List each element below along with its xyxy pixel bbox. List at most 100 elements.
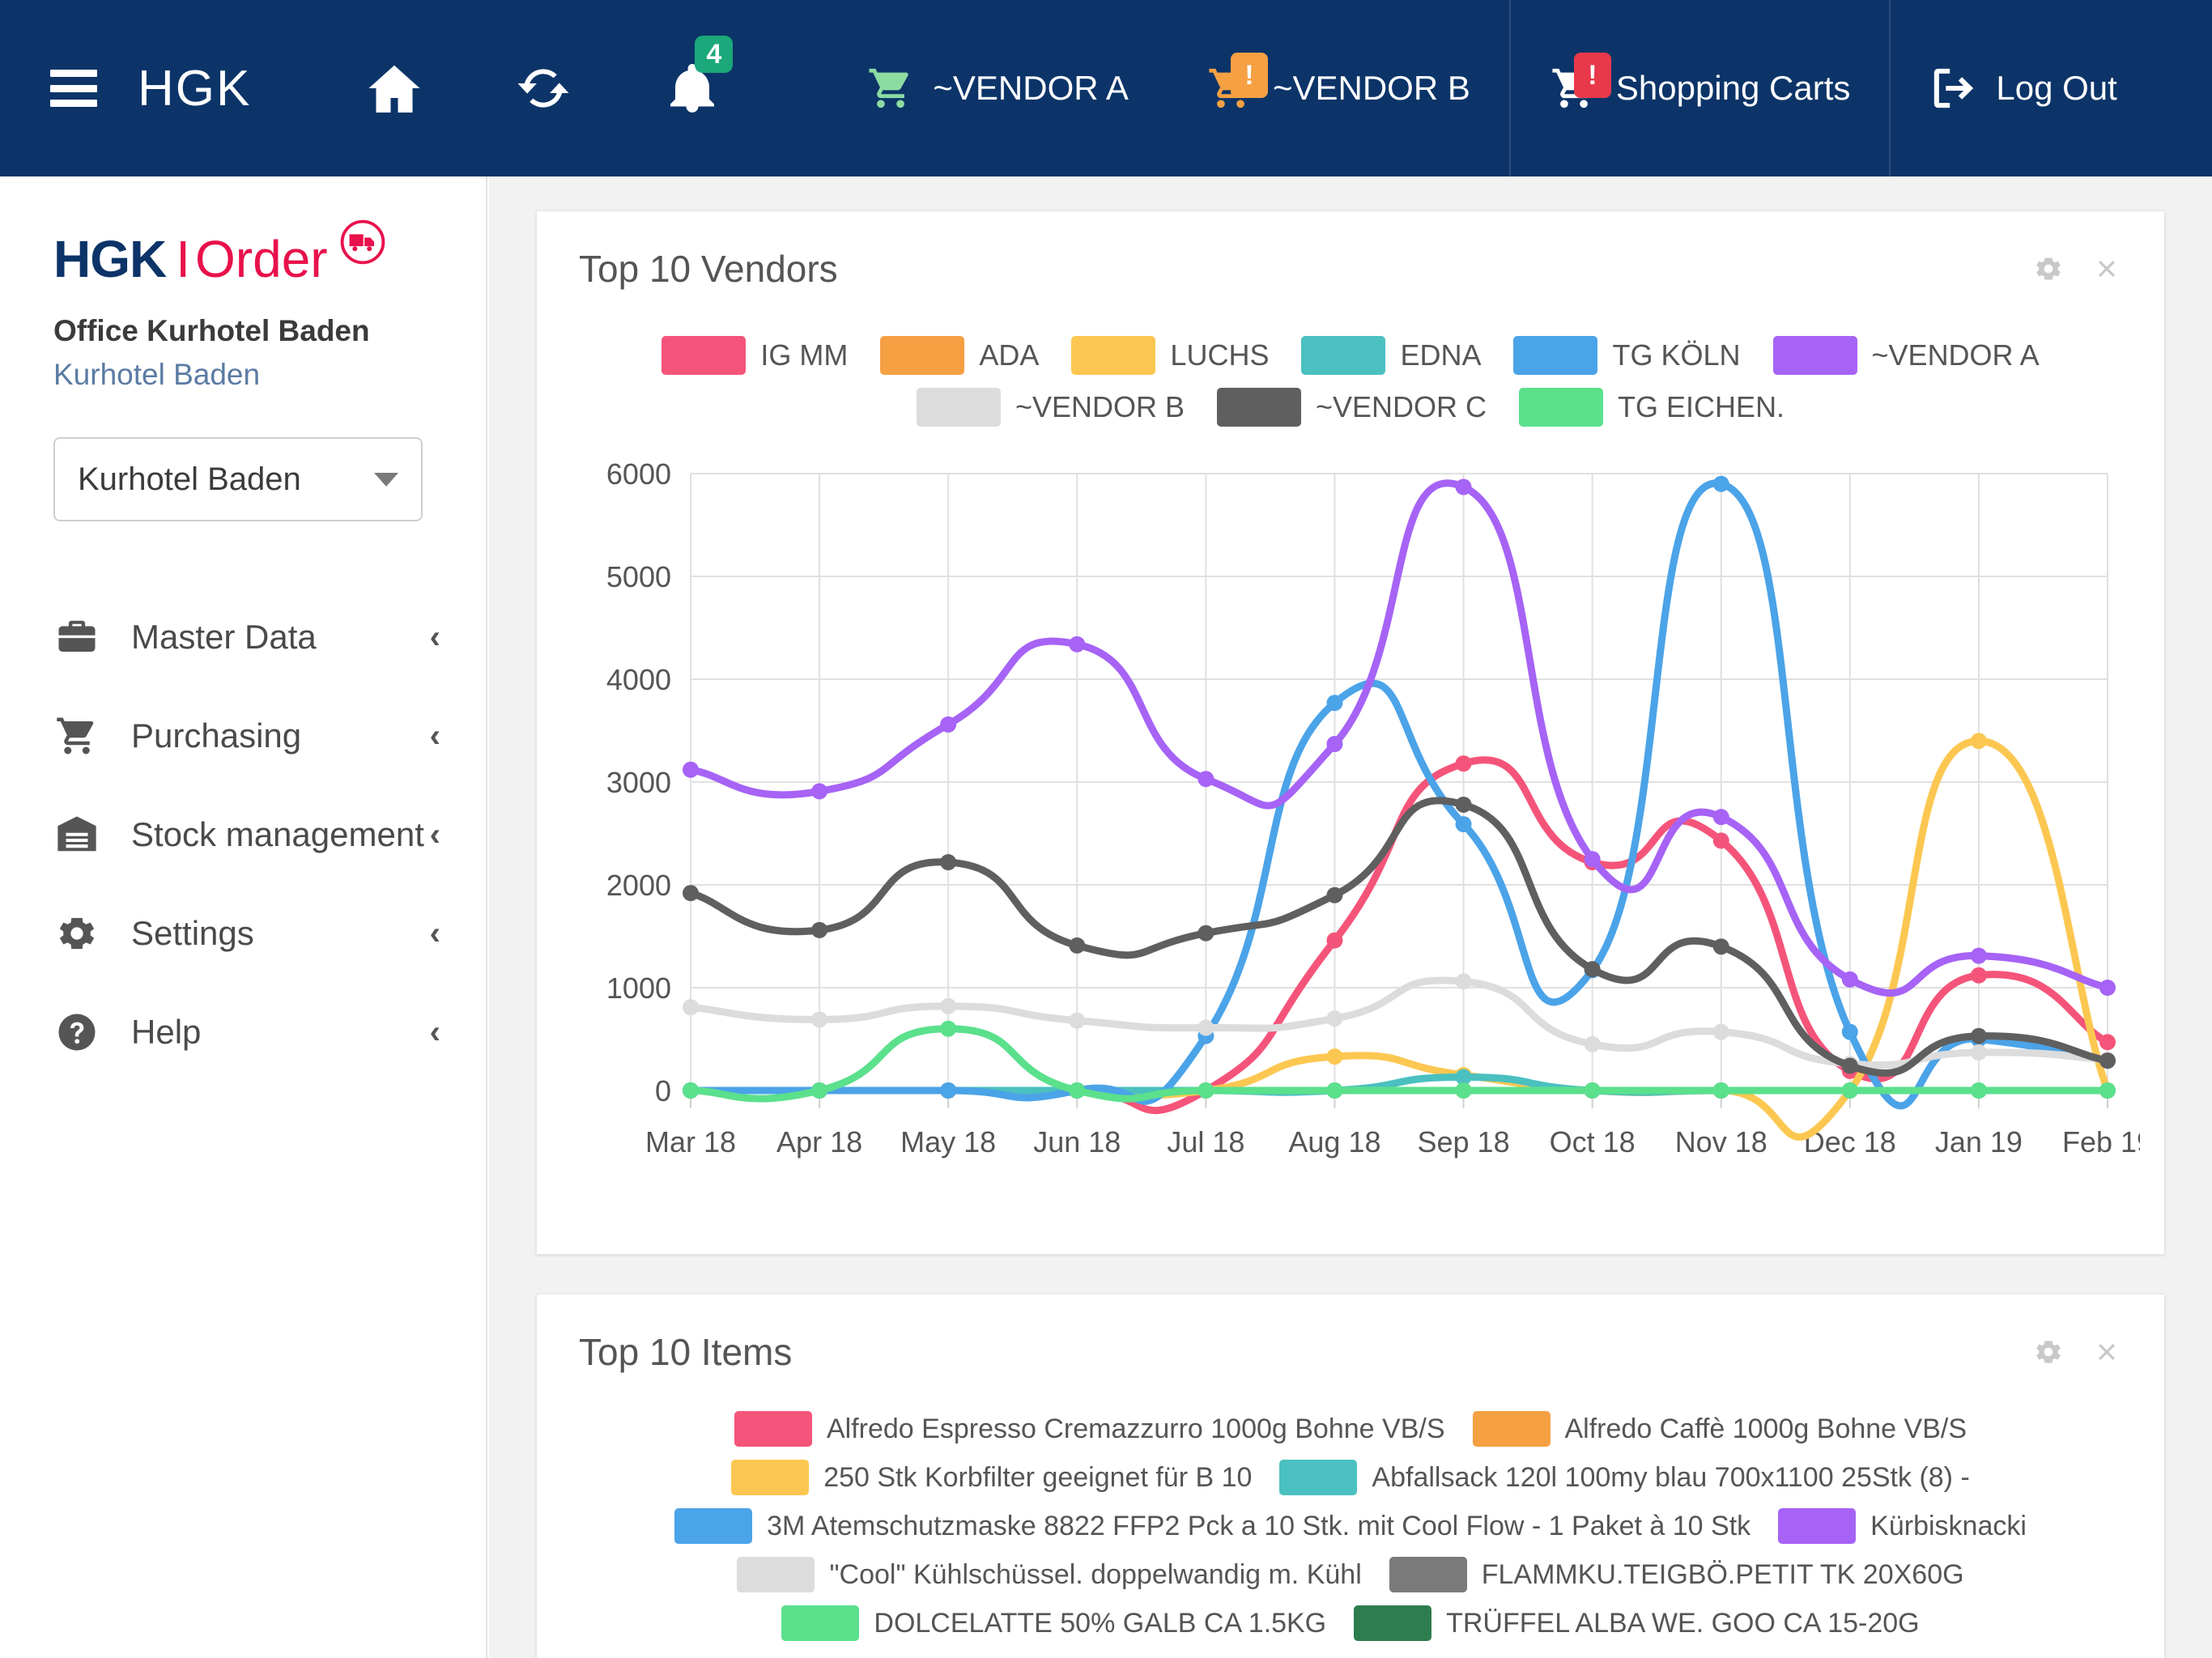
- legend-item-product[interactable]: "Cool" Kühlschüssel. doppelwandig m. Küh…: [737, 1557, 1362, 1592]
- chart-data-point[interactable]: [1326, 932, 1343, 949]
- close-icon[interactable]: [2091, 1337, 2122, 1367]
- topbar-item-vendor-b[interactable]: ! ~VENDOR B: [1168, 0, 1509, 176]
- chart-data-point[interactable]: [1455, 796, 1472, 813]
- svg-text:Feb 19: Feb 19: [2062, 1125, 2140, 1158]
- legend-item-vendor[interactable]: ~VENDOR C: [1217, 388, 1487, 427]
- chart-data-point[interactable]: [940, 1082, 957, 1099]
- chart-data-point[interactable]: [1069, 1082, 1086, 1099]
- chart-data-point[interactable]: [940, 1020, 957, 1037]
- legend-item-vendor[interactable]: TG EICHEN.: [1519, 388, 1784, 427]
- chart-data-point[interactable]: [683, 1082, 699, 1099]
- legend-item-product[interactable]: TRÜFFEL ALBA WE. GOO CA 15-20G: [1354, 1605, 1920, 1641]
- topbar-item-log-out[interactable]: Log Out: [1889, 0, 2155, 176]
- chart-data-point[interactable]: [1584, 961, 1601, 978]
- legend-item-vendor[interactable]: ADA: [880, 336, 1039, 375]
- gear-icon[interactable]: [2033, 253, 2064, 284]
- chart-data-point[interactable]: [1841, 971, 1858, 988]
- chart-data-point[interactable]: [1970, 967, 1987, 984]
- chart-data-point[interactable]: [1069, 937, 1086, 954]
- warehouse-icon: [53, 813, 100, 857]
- legend-item-product[interactable]: FLAMMKU.TEIGBÖ.PETIT TK 20X60G: [1389, 1557, 1964, 1592]
- gear-icon[interactable]: [2033, 1337, 2064, 1367]
- chart-data-point[interactable]: [1970, 1082, 1987, 1099]
- notifications-bell-icon[interactable]: 4: [662, 36, 734, 118]
- chart-data-point[interactable]: [1970, 1044, 1987, 1061]
- chart-data-point[interactable]: [683, 885, 699, 902]
- sidebar-item-master-data[interactable]: Master Data ‹: [0, 588, 486, 687]
- hamburger-icon[interactable]: [50, 70, 97, 107]
- chart-data-point[interactable]: [683, 761, 699, 778]
- chart-data-point[interactable]: [1197, 1082, 1214, 1099]
- chart-data-point[interactable]: [1712, 809, 1729, 826]
- legend-item-vendor[interactable]: ~VENDOR A: [1772, 336, 2040, 375]
- chart-data-point[interactable]: [811, 783, 828, 800]
- chart-data-point[interactable]: [940, 997, 957, 1014]
- chart-data-point[interactable]: [2099, 1034, 2116, 1051]
- legend-item-product[interactable]: Alfredo Caffè 1000g Bohne VB/S: [1472, 1411, 1967, 1447]
- chart-data-point[interactable]: [1584, 1035, 1601, 1052]
- chart-data-point[interactable]: [1455, 816, 1472, 833]
- chart-data-point[interactable]: [1841, 1023, 1858, 1040]
- close-icon[interactable]: [2091, 253, 2122, 284]
- chart-data-point[interactable]: [1326, 1048, 1343, 1065]
- chart-data-point[interactable]: [1841, 1082, 1858, 1099]
- chart-data-point[interactable]: [1326, 736, 1343, 753]
- chart-data-point[interactable]: [1712, 1023, 1729, 1040]
- chart-data-point[interactable]: [1712, 832, 1729, 849]
- chart-data-point[interactable]: [1455, 973, 1472, 990]
- question-circle-icon: [53, 1010, 100, 1054]
- legend-item-vendor[interactable]: LUCHS: [1071, 336, 1269, 375]
- sidebar-item-stock-management[interactable]: Stock management ‹: [0, 785, 486, 884]
- chart-data-point[interactable]: [1455, 1082, 1472, 1099]
- chart-data-point[interactable]: [1455, 755, 1472, 772]
- chart-data-point[interactable]: [1326, 695, 1343, 712]
- home-icon[interactable]: [364, 58, 424, 118]
- chart-data-point[interactable]: [1326, 1010, 1343, 1027]
- chart-data-point[interactable]: [1841, 1057, 1858, 1074]
- chart-data-point[interactable]: [1584, 851, 1601, 868]
- chart-data-point[interactable]: [2099, 1082, 2116, 1099]
- chart-data-point[interactable]: [811, 1082, 828, 1099]
- legend-item-product[interactable]: Abfallsack 120l 100my blau 700x1100 25St…: [1279, 1460, 1970, 1495]
- chart-data-point[interactable]: [1970, 733, 1987, 750]
- legend-item-product[interactable]: DOLCELATTE 50% GALB CA 1.5KG: [781, 1605, 1326, 1641]
- chart-data-point[interactable]: [1326, 1082, 1343, 1099]
- legend-item-product[interactable]: Kürbisknacki: [1778, 1508, 2027, 1544]
- legend-item-vendor[interactable]: IG MM: [661, 336, 848, 375]
- chart-data-point[interactable]: [1326, 886, 1343, 903]
- legend-item-vendor[interactable]: TG KÖLN: [1513, 336, 1741, 375]
- chart-data-point[interactable]: [1197, 925, 1214, 942]
- chart-data-point[interactable]: [1712, 1082, 1729, 1099]
- sidebar-item-purchasing[interactable]: Purchasing ‹: [0, 687, 486, 785]
- chart-data-point[interactable]: [1584, 1082, 1601, 1099]
- chart-data-point[interactable]: [940, 854, 957, 871]
- sidebar-item-help[interactable]: Help ‹: [0, 983, 486, 1082]
- legend-item-product[interactable]: 250 Stk Korbfilter geeignet für B 10: [731, 1460, 1252, 1495]
- legend-item-vendor[interactable]: ~VENDOR B: [916, 388, 1185, 427]
- chart-data-point[interactable]: [1069, 636, 1086, 653]
- svg-text:0: 0: [655, 1074, 671, 1107]
- site-select[interactable]: Kurhotel Baden: [53, 437, 423, 521]
- chart-data-point[interactable]: [1197, 771, 1214, 788]
- chart-data-point[interactable]: [683, 999, 699, 1016]
- chart-data-point[interactable]: [1069, 1012, 1086, 1029]
- chart-data-point[interactable]: [2099, 980, 2116, 996]
- app-logo[interactable]: HGK I Order: [0, 219, 486, 285]
- chart-data-point[interactable]: [2099, 1052, 2116, 1069]
- chart-data-point[interactable]: [1970, 1027, 1987, 1044]
- chart-data-point[interactable]: [811, 1011, 828, 1028]
- chart-data-point[interactable]: [1712, 475, 1729, 492]
- legend-item-product[interactable]: Alfredo Espresso Cremazzurro 1000g Bohne…: [734, 1411, 1445, 1447]
- refresh-icon[interactable]: [513, 58, 573, 118]
- topbar-item-shopping-carts[interactable]: ! Shopping Carts: [1508, 0, 1890, 176]
- legend-item-vendor[interactable]: EDNA: [1301, 336, 1481, 375]
- chart-data-point[interactable]: [940, 716, 957, 733]
- topbar-item-vendor-a[interactable]: ~VENDOR A: [827, 0, 1168, 176]
- chart-data-point[interactable]: [1197, 1019, 1214, 1036]
- chart-data-point[interactable]: [811, 921, 828, 938]
- sidebar-item-settings[interactable]: Settings ‹: [0, 884, 486, 983]
- chart-data-point[interactable]: [1712, 938, 1729, 955]
- chart-data-point[interactable]: [1455, 478, 1472, 495]
- chart-data-point[interactable]: [1970, 947, 1987, 964]
- legend-item-product[interactable]: 3M Atemschutzmaske 8822 FFP2 Pck a 10 St…: [674, 1508, 1750, 1544]
